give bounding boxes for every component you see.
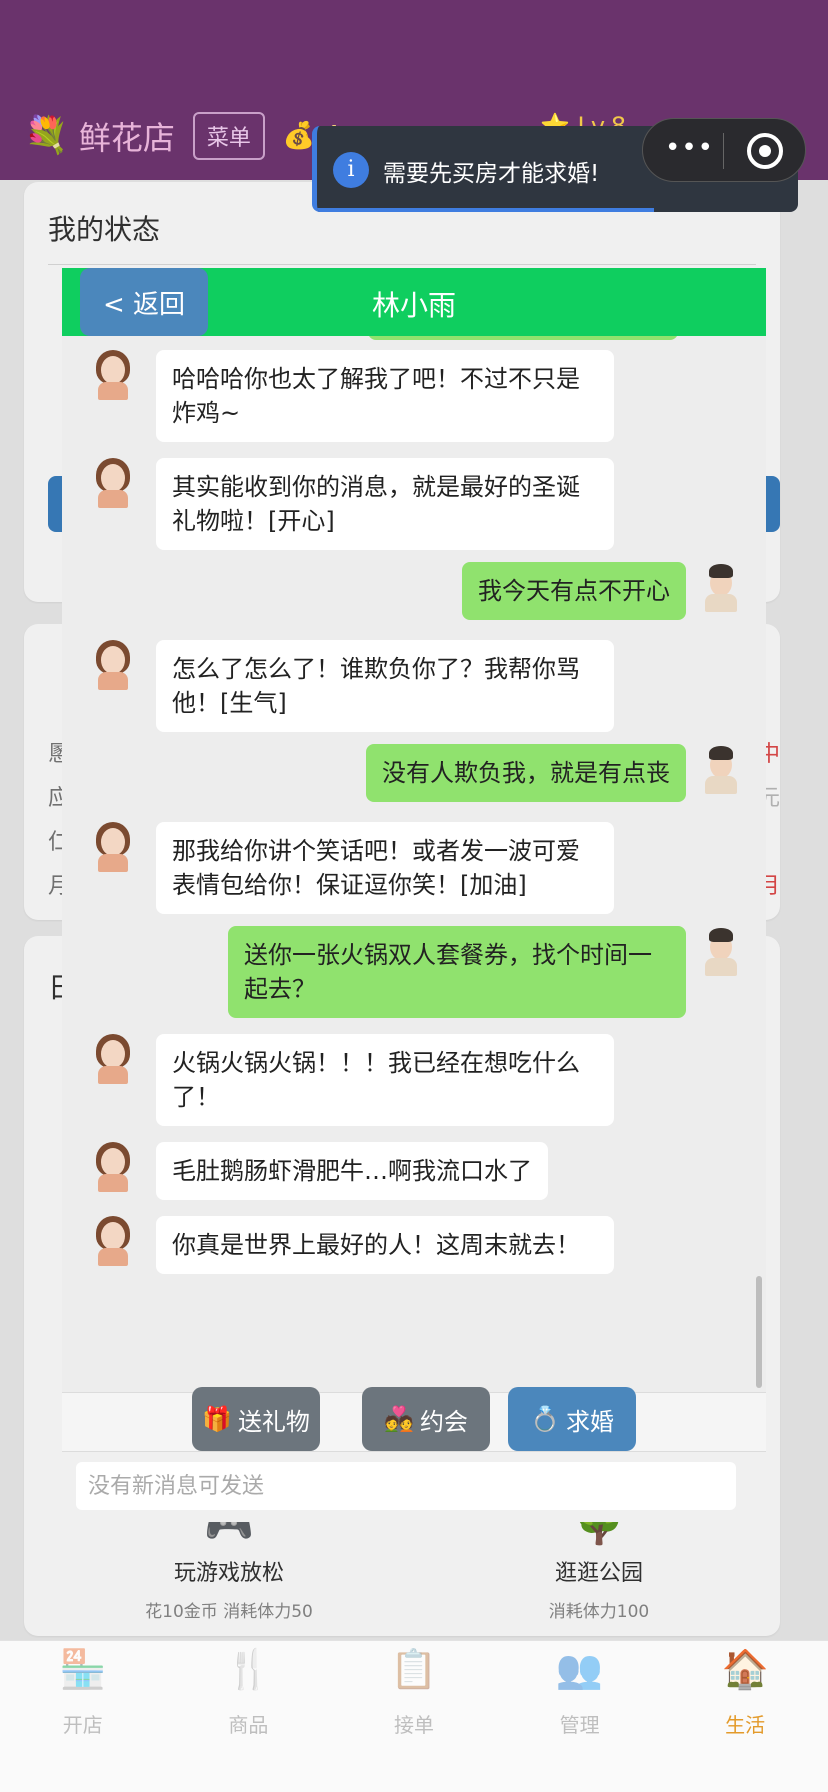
menu-button[interactable]: 菜单 — [192, 112, 265, 160]
message-bubble: 你真是世界上最好的人！这周末就去！ — [156, 1216, 614, 1274]
tab-life[interactable]: 🏠 生活 — [662, 1641, 828, 1792]
player-avatar — [700, 926, 742, 976]
capsule-divider — [723, 133, 724, 169]
bottom-tab-bar: 🏪 开店 🍴 商品 📋 接单 👥 管理 🏠 生活 — [0, 1640, 828, 1792]
chat-modal: < 返回 林小雨 哈哈哈你也太了解我了吧！不过不只是炸鸡~ 其实能收到你的消息，… — [62, 268, 766, 1522]
tulip-logo-icon: 💐 — [24, 115, 69, 156]
more-icon[interactable]: ••• — [665, 133, 714, 163]
house-icon: 🏠 — [721, 1647, 769, 1691]
date-label: 约会 — [419, 1407, 468, 1436]
message-bubble: 毛肚鹅肠虾滑肥牛…啊我流口水了 — [156, 1142, 548, 1200]
shop-name: 鲜花店 — [78, 119, 175, 157]
contact-name: 林小雨 — [371, 289, 456, 322]
message-bubble: 那我给你讲个笑话吧！或者发一波可爱表情包给你！保证逗你笑！[加油] — [156, 822, 614, 914]
message-received: 其实能收到你的消息，就是最好的圣诞礼物啦！[开心] — [92, 458, 614, 550]
girlfriend-avatar — [92, 1034, 134, 1084]
message-sent: 送你一张火锅双人套餐券，找个时间一起去？ — [228, 926, 742, 1018]
message-bubble: 其实能收到你的消息，就是最好的圣诞礼物啦！[开心] — [156, 458, 614, 550]
send-gift-label: 送礼物 — [237, 1407, 310, 1436]
girlfriend-avatar — [92, 350, 134, 400]
message-bubble: 火锅火锅火锅！！！我已经在想吃什么了！ — [156, 1034, 614, 1126]
tab-products[interactable]: 🍴 商品 — [166, 1641, 332, 1792]
message-sent: 我今天有点不开心 — [462, 562, 742, 620]
tab-orders[interactable]: 📋 接单 — [331, 1641, 497, 1792]
message-bubble: 没有人欺负我，就是有点丧 — [366, 744, 686, 802]
message-bubble: 我今天有点不开心 — [462, 562, 686, 620]
partial-message-bubble — [368, 336, 678, 340]
player-avatar — [700, 744, 742, 794]
shop-title-row: 💐 鲜花店 菜单 💰 4 — [24, 112, 340, 160]
message-received: 你真是世界上最好的人！这周末就去！ — [92, 1216, 614, 1274]
message-sent: 没有人欺负我，就是有点丧 — [366, 744, 742, 802]
message-input[interactable] — [76, 1462, 736, 1510]
message-bubble: 哈哈哈你也太了解我了吧！不过不只是炸鸡~ — [156, 350, 614, 442]
message-bubble: 送你一张火锅双人套餐券，找个时间一起去？ — [228, 926, 686, 1018]
close-miniprogram-icon[interactable] — [747, 133, 783, 169]
message-received: 哈哈哈你也太了解我了吧！不过不只是炸鸡~ — [92, 350, 614, 442]
message-bubble: 怎么了怎么了！谁欺负你了？我帮你骂他！[生气] — [156, 640, 614, 732]
girlfriend-avatar — [92, 640, 134, 690]
message-received: 怎么了怎么了！谁欺负你了？我帮你骂他！[生气] — [92, 640, 614, 732]
propose-button[interactable]: 💍 求婚 — [508, 1387, 636, 1451]
toast-progress-bar — [317, 208, 654, 212]
toast-message: 需要先买房才能求婚! — [383, 161, 600, 187]
clipboard-icon: 📋 — [390, 1647, 438, 1691]
tab-shop[interactable]: 🏪 开店 — [0, 1641, 166, 1792]
chat-message-list[interactable]: 哈哈哈你也太了解我了吧！不过不只是炸鸡~ 其实能收到你的消息，就是最好的圣诞礼物… — [62, 336, 766, 1392]
message-received: 那我给你讲个笑话吧！或者发一波可爱表情包给你！保证逗你笑！[加油] — [92, 822, 614, 914]
propose-label: 求婚 — [565, 1407, 614, 1436]
cutlery-icon: 🍴 — [224, 1647, 273, 1691]
gift-icon: 🎁 — [202, 1405, 232, 1433]
girlfriend-avatar — [92, 1142, 134, 1192]
tab-label: 开店 — [62, 1713, 103, 1737]
chat-header: < 返回 林小雨 — [62, 268, 766, 336]
send-gift-button[interactable]: 🎁 送礼物 — [192, 1387, 320, 1451]
chat-action-bar: 🎁 送礼物 💑 约会 💍 求婚 — [62, 1387, 766, 1452]
girlfriend-avatar — [92, 1216, 134, 1266]
girlfriend-avatar — [92, 458, 134, 508]
info-icon: i — [333, 152, 369, 188]
chat-scrollbar[interactable] — [756, 1276, 762, 1388]
miniprogram-capsule: ••• — [642, 118, 806, 182]
date-button[interactable]: 💑 约会 — [362, 1387, 490, 1451]
ring-icon: 💍 — [530, 1405, 560, 1433]
shop-icon: 🏪 — [59, 1647, 107, 1691]
users-icon: 👥 — [555, 1647, 604, 1691]
girlfriend-avatar — [92, 822, 134, 872]
player-avatar — [700, 562, 742, 612]
message-received: 毛肚鹅肠虾滑肥牛…啊我流口水了 — [92, 1142, 548, 1200]
tab-label: 生活 — [725, 1713, 766, 1737]
tab-manage[interactable]: 👥 管理 — [497, 1641, 663, 1792]
tab-label: 接单 — [393, 1713, 434, 1737]
tab-label: 商品 — [228, 1713, 269, 1737]
couple-icon: 💑 — [384, 1405, 414, 1433]
message-received: 火锅火锅火锅！！！我已经在想吃什么了！ — [92, 1034, 614, 1126]
chat-input-bar — [62, 1452, 766, 1522]
tab-label: 管理 — [559, 1713, 600, 1737]
